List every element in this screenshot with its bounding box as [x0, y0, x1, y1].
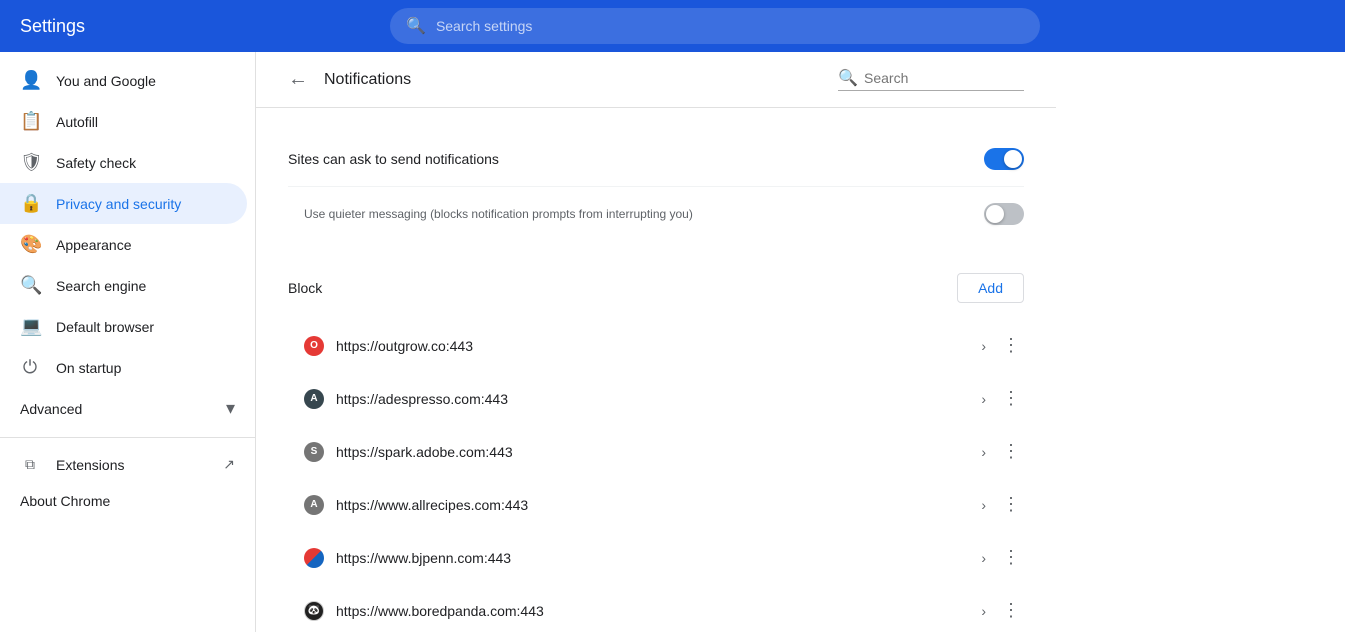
content-search-bar[interactable]: 🔍 [838, 68, 1024, 91]
back-button[interactable]: ← [288, 68, 308, 91]
site-row: S https://spark.adobe.com:443 › ⋮ [256, 425, 1056, 478]
page-title: Notifications [324, 71, 822, 89]
sidebar-label-search-engine: Search engine [56, 278, 146, 294]
sidebar-item-search-engine[interactable]: 🔍 Search engine [0, 265, 247, 306]
site-favicon-3: A [304, 495, 324, 515]
global-search-bar[interactable]: 🔍 [390, 8, 1040, 44]
default-browser-icon: 💻 [20, 316, 40, 337]
site-url-0: https://outgrow.co:443 [336, 338, 969, 354]
block-section-header: Block Add [256, 257, 1056, 319]
notifications-toggle-section: Sites can ask to send notifications Use … [256, 108, 1056, 257]
sidebar-label-privacy-and-security: Privacy and security [56, 196, 181, 212]
content-area: ← Notifications 🔍 Sites can ask to send … [256, 52, 1345, 632]
extensions-icon: ⧉ [20, 456, 40, 473]
quieter-messaging-toggle[interactable] [984, 203, 1024, 225]
content-search-icon: 🔍 [838, 68, 858, 88]
site-url-1: https://adespresso.com:443 [336, 391, 969, 407]
site-url-2: https://spark.adobe.com:443 [336, 444, 969, 460]
quieter-messaging-label: Use quieter messaging (blocks notificati… [288, 207, 984, 221]
site-expand-chevron-2[interactable]: › [981, 444, 986, 460]
quieter-messaging-row: Use quieter messaging (blocks notificati… [288, 187, 1024, 241]
advanced-label: Advanced [20, 401, 218, 417]
sidebar-label-you-and-google: You and Google [56, 73, 156, 89]
appearance-icon: 🎨 [20, 234, 40, 255]
site-favicon-0: O [304, 336, 324, 356]
sidebar-about-chrome[interactable]: About Chrome [0, 483, 255, 519]
site-expand-chevron-0[interactable]: › [981, 338, 986, 354]
toggle-thumb [1004, 150, 1022, 168]
site-row: https://www.bjpenn.com:443 › ⋮ [256, 531, 1056, 584]
sidebar-item-default-browser[interactable]: 💻 Default browser [0, 306, 247, 347]
sidebar-label-safety-check: Safety check [56, 155, 136, 171]
site-favicon-5: 🐼 [304, 601, 324, 621]
sites-can-ask-toggle[interactable] [984, 148, 1024, 170]
autofill-icon: 📋 [20, 111, 40, 132]
site-menu-button-0[interactable]: ⋮ [998, 331, 1024, 360]
site-favicon-2: S [304, 442, 324, 462]
site-row: 🐼 https://www.boredpanda.com:443 › ⋮ [256, 584, 1056, 632]
site-menu-button-5[interactable]: ⋮ [998, 596, 1024, 625]
sidebar-item-on-startup[interactable]: ⏻ On startup [0, 347, 247, 388]
sidebar-item-appearance[interactable]: 🎨 Appearance [0, 224, 247, 265]
sidebar-extensions[interactable]: ⧉ Extensions ↗ [0, 446, 255, 483]
sidebar-item-safety-check[interactable]: 🛡 Safety check [0, 142, 247, 183]
add-button[interactable]: Add [957, 273, 1024, 303]
toggle-thumb-quiet [986, 205, 1004, 223]
sites-can-ask-row: Sites can ask to send notifications [288, 132, 1024, 187]
site-row: O https://outgrow.co:443 › ⋮ [256, 319, 1056, 372]
block-label: Block [288, 280, 957, 296]
site-menu-button-2[interactable]: ⋮ [998, 437, 1024, 466]
site-expand-chevron-3[interactable]: › [981, 497, 986, 513]
sidebar-label-on-startup: On startup [56, 360, 121, 376]
sidebar-divider [0, 437, 255, 438]
you-and-google-icon: 👤 [20, 70, 40, 91]
sidebar: 👤 You and Google 📋 Autofill 🛡 Safety che… [0, 52, 256, 632]
site-url-4: https://www.bjpenn.com:443 [336, 550, 969, 566]
external-link-icon: ↗ [223, 456, 235, 473]
sidebar-label-appearance: Appearance [56, 237, 132, 253]
sidebar-item-autofill[interactable]: 📋 Autofill [0, 101, 247, 142]
sidebar-label-default-browser: Default browser [56, 319, 154, 335]
blocked-sites-list: O https://outgrow.co:443 › ⋮ A https://a… [256, 319, 1056, 632]
sites-can-ask-label: Sites can ask to send notifications [288, 151, 984, 167]
on-startup-icon: ⏻ [20, 357, 40, 378]
search-engine-icon: 🔍 [20, 275, 40, 296]
advanced-chevron-icon: ▾ [226, 398, 235, 419]
sidebar-item-privacy-and-security[interactable]: 🔒 Privacy and security [0, 183, 247, 224]
global-search-input[interactable] [436, 18, 1024, 34]
main-layout: 👤 You and Google 📋 Autofill 🛡 Safety che… [0, 52, 1345, 632]
site-row: A https://www.allrecipes.com:443 › ⋮ [256, 478, 1056, 531]
site-expand-chevron-1[interactable]: › [981, 391, 986, 407]
content-header: ← Notifications 🔍 [256, 52, 1056, 108]
content-search-input[interactable] [864, 70, 1024, 86]
site-expand-chevron-4[interactable]: › [981, 550, 986, 566]
about-chrome-label: About Chrome [20, 493, 110, 509]
site-url-3: https://www.allrecipes.com:443 [336, 497, 969, 513]
site-menu-button-1[interactable]: ⋮ [998, 384, 1024, 413]
app-title: Settings [20, 16, 85, 37]
site-favicon-4 [304, 548, 324, 568]
sidebar-item-you-and-google[interactable]: 👤 You and Google [0, 60, 247, 101]
sidebar-label-autofill: Autofill [56, 114, 98, 130]
search-icon-top: 🔍 [406, 16, 426, 36]
sidebar-advanced-section[interactable]: Advanced ▾ [0, 388, 255, 429]
topbar: Settings 🔍 [0, 0, 1345, 52]
extensions-label: Extensions [56, 457, 207, 473]
privacy-and-security-icon: 🔒 [20, 193, 40, 214]
site-favicon-1: A [304, 389, 324, 409]
site-menu-button-4[interactable]: ⋮ [998, 543, 1024, 572]
site-menu-button-3[interactable]: ⋮ [998, 490, 1024, 519]
safety-check-icon: 🛡 [20, 152, 40, 173]
site-row: A https://adespresso.com:443 › ⋮ [256, 372, 1056, 425]
site-url-5: https://www.boredpanda.com:443 [336, 603, 969, 619]
site-expand-chevron-5[interactable]: › [981, 603, 986, 619]
